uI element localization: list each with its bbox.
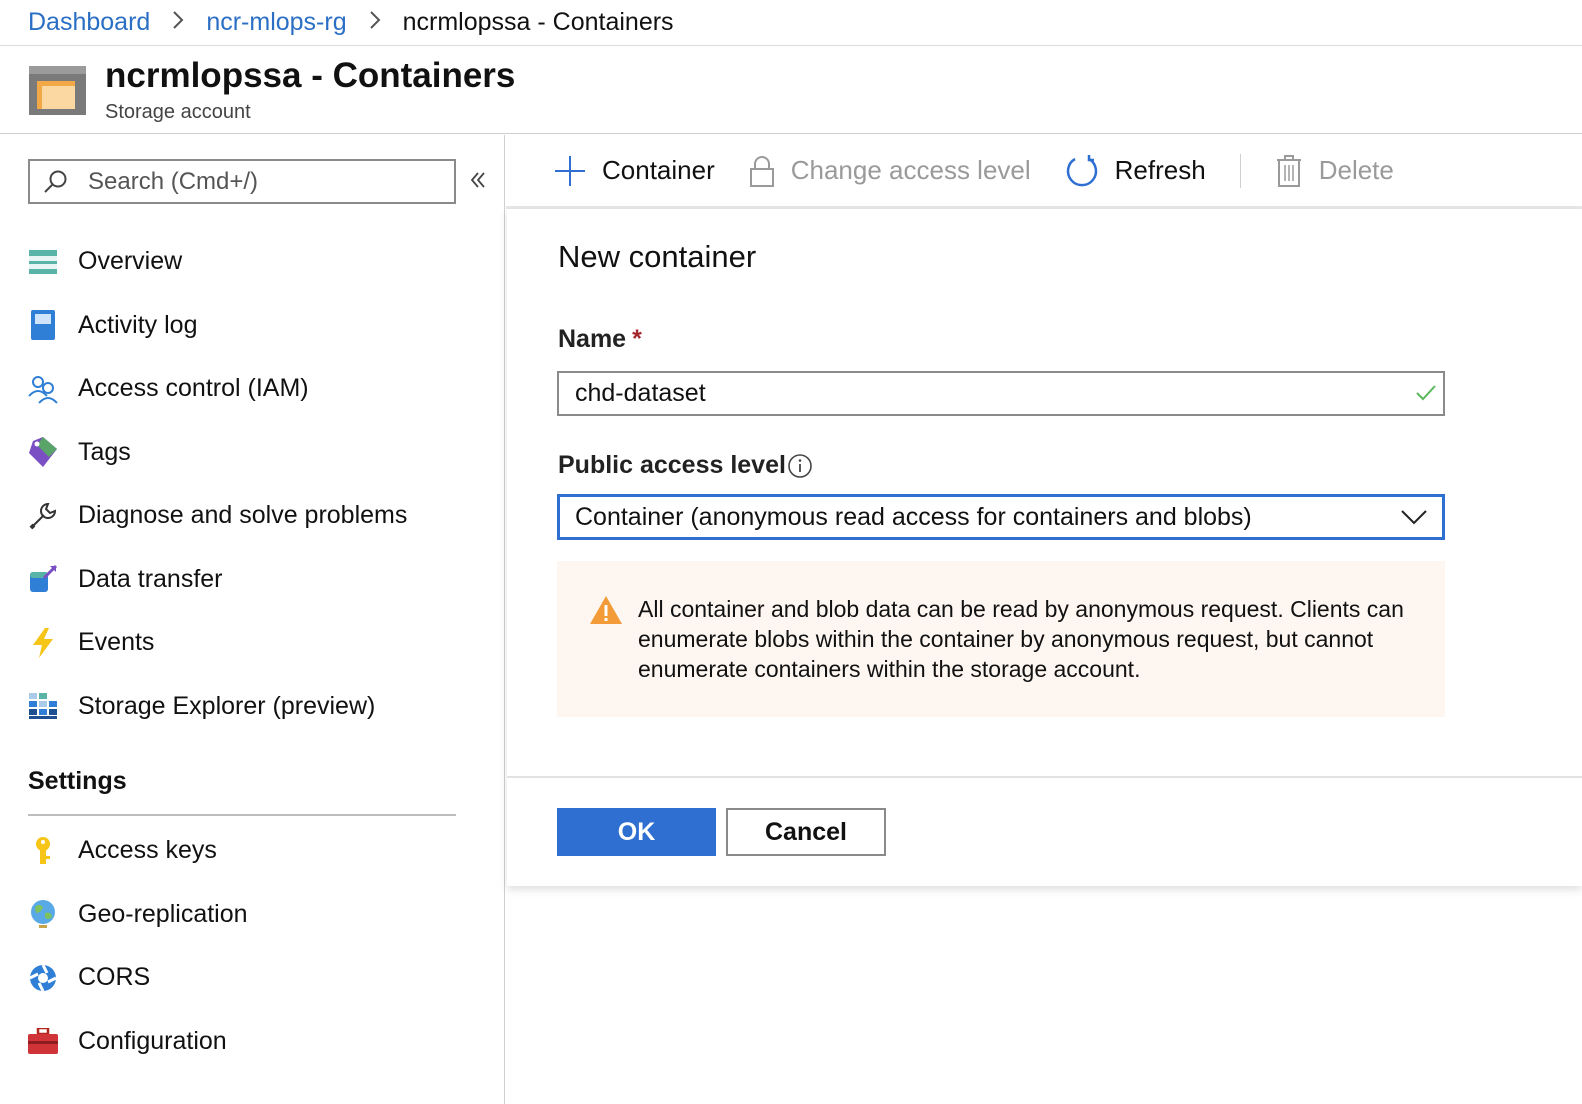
info-icon[interactable] bbox=[787, 453, 813, 479]
new-container-panel: New container Name* Public access level … bbox=[507, 209, 1582, 886]
warning-message: All container and blob data can be read … bbox=[557, 561, 1445, 717]
search-icon bbox=[44, 170, 67, 193]
change-access-level-button[interactable]: Change access level bbox=[749, 155, 1031, 187]
container-name-field[interactable] bbox=[557, 371, 1445, 416]
sidebar-item-label: Access control (IAM) bbox=[78, 374, 309, 403]
sidebar-item-label: Access keys bbox=[78, 836, 217, 865]
sidebar-item-configuration[interactable]: Configuration bbox=[0, 1010, 505, 1074]
data-transfer-icon bbox=[28, 564, 58, 594]
breadcrumb-current: ncrmlopssa - Containers bbox=[402, 8, 674, 36]
activity-log-icon bbox=[28, 310, 58, 341]
sidebar-item-access-keys[interactable]: Access keys bbox=[0, 819, 505, 883]
selected-access-level: Container (anonymous read access for con… bbox=[575, 502, 1252, 531]
storage-account-icon bbox=[29, 66, 86, 115]
access-level-label: Public access level bbox=[558, 451, 786, 479]
sidebar-item-overview[interactable]: Overview bbox=[0, 230, 505, 294]
collapse-sidebar-button[interactable] bbox=[470, 171, 486, 192]
divider bbox=[28, 814, 456, 816]
name-field-label: Name * bbox=[558, 325, 642, 354]
refresh-icon bbox=[1066, 154, 1097, 186]
ok-button[interactable]: OK bbox=[557, 808, 716, 856]
sidebar-item-access-control[interactable]: Access control (IAM) bbox=[0, 357, 505, 421]
tag-icon bbox=[28, 437, 58, 468]
plus-icon bbox=[555, 155, 585, 186]
sidebar-item-label: Configuration bbox=[78, 1026, 227, 1055]
panel-title: New container bbox=[558, 239, 757, 274]
sidebar-item-data-transfer[interactable]: Data transfer bbox=[0, 548, 505, 612]
search-input[interactable]: Search (Cmd+/) bbox=[28, 159, 456, 204]
overview-icon bbox=[28, 247, 58, 277]
sidebar-item-storage-explorer[interactable]: Storage Explorer (preview) bbox=[0, 675, 505, 739]
sidebar-nav: Overview Activity log Access control (IA… bbox=[0, 230, 505, 738]
chevron-right-icon bbox=[172, 10, 184, 36]
sidebar-item-events[interactable]: Events bbox=[0, 611, 505, 675]
breadcrumb-dashboard-link[interactable]: Dashboard bbox=[28, 8, 150, 37]
public-access-level-select[interactable]: Container (anonymous read access for con… bbox=[557, 494, 1445, 540]
delete-label: Delete bbox=[1318, 155, 1394, 185]
key-icon bbox=[28, 836, 58, 866]
sidebar-item-label: Activity log bbox=[78, 310, 198, 339]
sidebar-item-tags[interactable]: Tags bbox=[0, 421, 505, 485]
toolbox-icon bbox=[28, 1026, 58, 1056]
settings-nav: Access keys Geo-replication CORS Configu… bbox=[0, 819, 505, 1073]
divider bbox=[507, 776, 1582, 778]
breadcrumb: Dashboard ncr-mlops-rg ncrmlopssa - Cont… bbox=[0, 0, 1582, 46]
wrench-icon bbox=[28, 501, 58, 531]
name-label-text: Name bbox=[558, 325, 627, 353]
change-access-level-label: Change access level bbox=[790, 155, 1031, 185]
page-header: ncrmlopssa - Containers Storage account bbox=[0, 46, 1582, 134]
breadcrumb-resource-group-link[interactable]: ncr-mlops-rg bbox=[206, 8, 346, 37]
sidebar-item-activity-log[interactable]: Activity log bbox=[0, 294, 505, 358]
sidebar-item-label: Events bbox=[78, 628, 155, 657]
sidebar-item-label: Data transfer bbox=[78, 564, 223, 593]
sidebar-item-label: Storage Explorer (preview) bbox=[78, 691, 376, 720]
refresh-button[interactable]: Refresh bbox=[1065, 154, 1206, 188]
chevron-down-icon bbox=[1401, 510, 1427, 525]
sidebar: Search (Cmd+/) Overview Activity log Acc… bbox=[0, 135, 505, 1104]
required-marker: * bbox=[632, 325, 642, 353]
storage-explorer-icon bbox=[28, 691, 58, 721]
double-chevron-left-icon bbox=[470, 172, 485, 188]
lightning-icon bbox=[28, 627, 58, 658]
valid-checkmark-icon bbox=[1416, 385, 1436, 401]
cors-icon bbox=[28, 963, 58, 993]
sidebar-item-diagnose[interactable]: Diagnose and solve problems bbox=[0, 484, 505, 548]
refresh-label: Refresh bbox=[1114, 155, 1206, 185]
add-container-label: Container bbox=[602, 155, 715, 185]
sidebar-item-cors[interactable]: CORS bbox=[0, 946, 505, 1010]
page-title: ncrmlopssa - Containers bbox=[105, 56, 516, 95]
globe-icon bbox=[28, 899, 58, 929]
sidebar-item-label: Tags bbox=[78, 437, 131, 466]
add-container-button[interactable]: Container bbox=[554, 155, 715, 187]
settings-section-header: Settings bbox=[28, 767, 127, 795]
sidebar-item-label: Geo-replication bbox=[78, 899, 248, 928]
warning-icon bbox=[590, 596, 622, 624]
delete-button[interactable]: Delete bbox=[1275, 154, 1394, 187]
toolbar-divider bbox=[1239, 153, 1241, 188]
chevron-right-icon bbox=[369, 10, 381, 36]
search-placeholder: Search (Cmd+/) bbox=[88, 167, 259, 195]
command-toolbar: Container Change access level Refresh De… bbox=[506, 135, 1582, 209]
trash-icon bbox=[1276, 154, 1301, 187]
page-subtitle: Storage account bbox=[105, 101, 251, 123]
sidebar-item-label: CORS bbox=[78, 963, 151, 992]
lock-icon bbox=[749, 155, 774, 187]
sidebar-item-label: Diagnose and solve problems bbox=[78, 501, 408, 530]
sidebar-item-label: Overview bbox=[78, 247, 183, 276]
cancel-button[interactable]: Cancel bbox=[726, 808, 886, 856]
sidebar-item-geo-replication[interactable]: Geo-replication bbox=[0, 883, 505, 947]
warning-text: All container and blob data can be read … bbox=[638, 596, 1404, 682]
iam-people-icon bbox=[28, 374, 58, 404]
